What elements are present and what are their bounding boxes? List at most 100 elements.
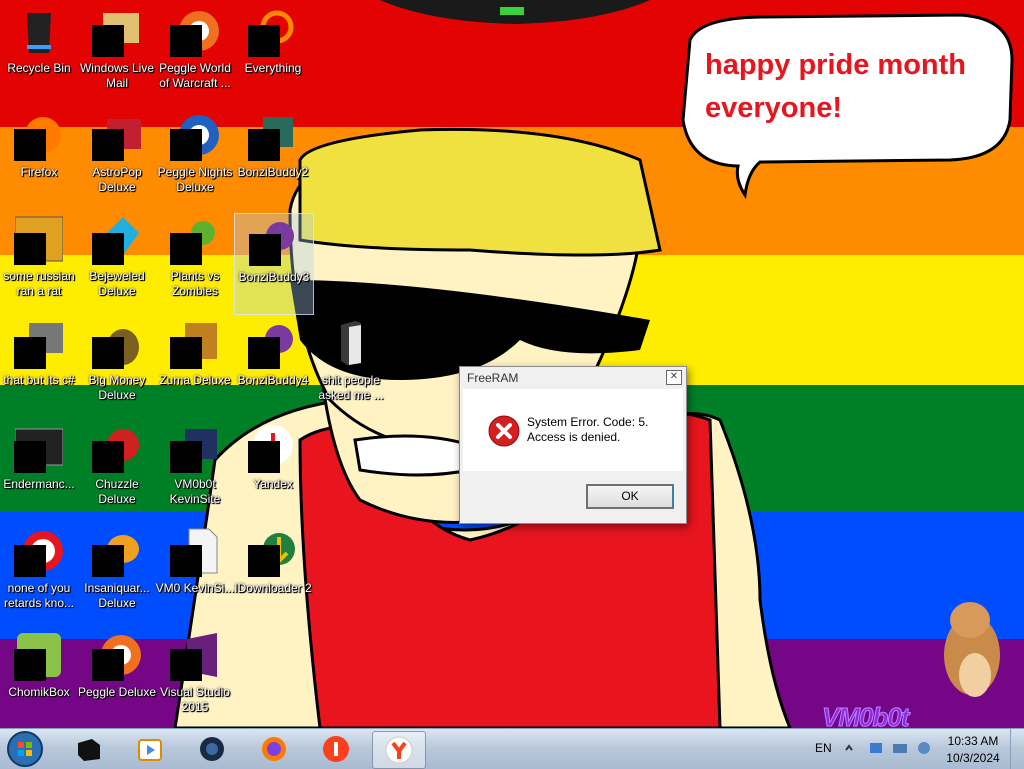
taskbar: EN 10:33 AM 10/3/2024 [0, 728, 1024, 769]
show-hidden-icons-icon[interactable] [844, 740, 854, 756]
desktop-icon-bejeweled-deluxe[interactable]: Bejeweled Deluxe [78, 213, 156, 313]
desktop-icon-chuzzle-deluxe[interactable]: Chuzzle Deluxe [78, 421, 156, 521]
desktop-icon-label: BonziBuddy3 [238, 270, 310, 284]
dialog-message: System Error. Code: 5. Access is denied. [527, 415, 648, 445]
desktop-icon-that-but-its-csharp[interactable]: that but its c# [0, 317, 78, 417]
error-icon [488, 415, 520, 447]
desktop-icon-peggle-deluxe[interactable]: Peggle Deluxe [78, 629, 156, 729]
censor-block [92, 337, 124, 369]
black-box-icon [78, 739, 100, 761]
dialog-message-line-2: Access is denied. [527, 430, 621, 444]
clock-date[interactable]: 10/3/2024 [938, 751, 1008, 765]
desktop-icon-label: IDownloader 2 [234, 581, 312, 595]
speech-bubble-text: happy pride month everyone! [705, 49, 966, 124]
desktop-icon-vm0-kevinsite[interactable]: VM0 KevinSi... [156, 525, 234, 625]
desktop-icon-visual-studio-2015[interactable]: Visual Studio 2015 [156, 629, 234, 729]
globe-icon [200, 737, 224, 761]
desktop-icon-label: BonziBuddy4 [237, 373, 309, 387]
desktop-icon-label: VM0b0t KevinSite [169, 477, 221, 506]
desktop-icon-big-money-deluxe[interactable]: Big Money Deluxe [78, 317, 156, 417]
desktop-icon-label: some russian ran a rat [3, 269, 75, 298]
censor-block [14, 233, 46, 265]
desktop-icon-label: AstroPop Deluxe [92, 165, 142, 194]
censor-block [170, 649, 202, 681]
desktop-icon-firefox[interactable]: Firefox [0, 109, 78, 209]
censor-block [92, 25, 124, 57]
clock-time[interactable]: 10:33 AM [938, 734, 1008, 748]
censor-block [92, 233, 124, 265]
censor-block [14, 129, 46, 161]
dialog-close-button[interactable]: ✕ [666, 370, 682, 385]
censor-block [92, 129, 124, 161]
desktop-icon-label: shit people asked me ... [318, 373, 384, 402]
yandex-browser-icon [385, 736, 413, 764]
desktop-icon-folder[interactable]: shit people asked me ... [312, 317, 390, 417]
media-player-icon [138, 739, 162, 761]
desktop-icon-plants-vs-zombies[interactable]: Plants vs Zombies [156, 213, 234, 313]
vm0b0t-watermark: VM0b0t [821, 702, 909, 729]
firefox-icon [262, 737, 286, 761]
action-center-tray-icon[interactable] [892, 740, 908, 756]
desktop-icon-label: ChomikBox [8, 685, 70, 699]
desktop-icon-label: Peggle World of Warcraft ... [159, 61, 231, 90]
censor-block [14, 545, 46, 577]
desktop-icon-bonzibuddy4[interactable]: BonziBuddy4 [234, 317, 312, 417]
desktop-icon-label: Visual Studio 2015 [160, 685, 230, 714]
censor-block [14, 337, 46, 369]
desktop-icon-label: Big Money Deluxe [88, 373, 146, 402]
desktop-icon-label: VM0 KevinSi... [155, 581, 235, 595]
censor-block [92, 649, 124, 681]
desktop-icon-chomikbox[interactable]: ChomikBox [0, 629, 78, 729]
desktop-icon-label: Peggle Deluxe [77, 685, 157, 699]
desktop-icon-zuma-deluxe[interactable]: Zuma Deluxe [156, 317, 234, 417]
desktop-icon-label: Plants vs Zombies [170, 269, 220, 298]
desktop-icon-idownloader-2[interactable]: IDownloader 2 [234, 525, 312, 625]
desktop-icon-label: Peggle Nights Deluxe [157, 165, 233, 194]
dialog-message-line-1: System Error. Code: 5. [527, 415, 649, 429]
desktop-icon-endermanch[interactable]: Endermanc... [0, 421, 78, 521]
ok-button[interactable]: OK [586, 484, 674, 509]
desktop-icon-some-russian-ran-a-rat[interactable]: some russian ran a rat [0, 213, 78, 313]
show-desktop-button[interactable] [1010, 729, 1024, 769]
taskbar-firefox[interactable] [248, 731, 300, 767]
taskbar-yandex-browser[interactable] [372, 731, 426, 769]
taskbar-dark-globe[interactable] [186, 731, 238, 767]
desktop-icon-astropop-deluxe[interactable]: AstroPop Deluxe [78, 109, 156, 209]
censor-block [249, 234, 281, 266]
desktop-icon-bonzibuddy2[interactable]: BonziBuddy2 [234, 109, 312, 209]
start-button[interactable] [5, 730, 45, 768]
desktop-icon-label: none of you retards kno... [3, 581, 75, 610]
dialog-body: System Error. Code: 5. Access is denied. [463, 389, 683, 471]
desktop-icon-vm0b0t-kevinsite[interactable]: VM0b0t KevinSite [156, 421, 234, 521]
desktop-icon-label: BonziBuddy2 [237, 165, 309, 179]
desktop-icon-none-of-you[interactable]: none of you retards kno... [0, 525, 78, 625]
desktop-icon-peggle-world-of-warcraft[interactable]: Peggle World of Warcraft ... [156, 5, 234, 105]
taskbar-yandex-music[interactable] [310, 731, 362, 767]
network-tray-icon[interactable] [868, 740, 884, 756]
desktop-icon-yandex[interactable]: Yandex [234, 421, 312, 521]
dialog-titlebar[interactable]: FreeRAM ✕ [460, 367, 686, 388]
taskbar-app-black-box[interactable] [62, 731, 114, 767]
censor-block [92, 441, 124, 473]
censor-block [248, 441, 280, 473]
volume-tray-icon[interactable] [916, 740, 932, 756]
desktop-icon-label: Chuzzle Deluxe [95, 477, 139, 506]
censor-block [170, 545, 202, 577]
desktop-icon-peggle-nights-deluxe[interactable]: Peggle Nights Deluxe [156, 109, 234, 209]
desktop-icon-windows-live-mail[interactable]: Windows Live Mail [78, 5, 156, 105]
desktop-icon-label: Yandex [253, 477, 293, 491]
desktop-icon-insaniquarium-deluxe[interactable]: Insaniquar... Deluxe [78, 525, 156, 625]
freeram-error-dialog: FreeRAM ✕ System Error. Code: 5. Access … [459, 366, 687, 524]
desktop-icon-recycle-bin[interactable]: Recycle Bin [0, 5, 78, 105]
censor-block [170, 441, 202, 473]
censor-block [170, 337, 202, 369]
language-indicator[interactable]: EN [815, 741, 832, 755]
desktop-icon-label: Windows Live Mail [79, 61, 155, 90]
desktop-icon-label: Insaniquar... Deluxe [84, 581, 150, 610]
desktop-icon-bonzibuddy3[interactable]: BonziBuddy3 [234, 213, 314, 315]
desktop-icon-everything[interactable]: Everything [234, 5, 312, 105]
censor-block [248, 129, 280, 161]
desktop-icon-label: Zuma Deluxe [159, 373, 231, 387]
taskbar-windows-media-player[interactable] [124, 731, 176, 767]
system-tray: EN 10:33 AM 10/3/2024 [808, 729, 1024, 769]
